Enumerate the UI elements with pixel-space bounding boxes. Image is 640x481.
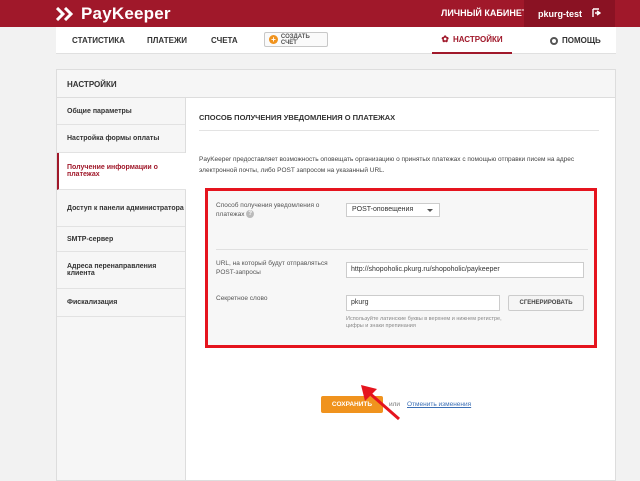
nav-help-label: ПОМОЩЬ bbox=[562, 36, 601, 45]
logo-chevrons-icon bbox=[56, 7, 74, 21]
section-title: СПОСОБ ПОЛУЧЕНИЯ УВЕДОМЛЕНИЯ О ПЛАТЕЖАХ bbox=[199, 113, 396, 122]
create-invoice-label: СОЗДАТЬ СЧЁТ bbox=[280, 33, 310, 46]
plus-icon: + bbox=[269, 35, 278, 44]
cabinet-label: ЛИЧНЫЙ КАБИНЕТ: bbox=[441, 8, 531, 18]
top-bar: PayKeeper ЛИЧНЫЙ КАБИНЕТ: pkurg-test bbox=[0, 0, 640, 27]
secret-label: Секретное слово bbox=[216, 295, 268, 302]
username: pkurg-test bbox=[538, 8, 583, 19]
logout-icon[interactable] bbox=[589, 7, 601, 19]
nav-statistics[interactable]: СТАТИСТИКА bbox=[72, 36, 125, 45]
settings-sidebar: Общие параметры Настройка формы оплаты П… bbox=[57, 98, 186, 480]
settings-card: НАСТРОЙКИ Общие параметры Настройка форм… bbox=[56, 69, 616, 481]
sidebar-item-redirects[interactable]: Адреса перенаправления клиента bbox=[57, 252, 185, 289]
create-invoice-button[interactable]: + СОЗДАТЬ СЧЁТ bbox=[264, 32, 328, 47]
logo-text: PayKeeper bbox=[81, 4, 171, 23]
question-icon[interactable]: ? bbox=[246, 210, 255, 219]
annotation-arrow-icon bbox=[361, 385, 400, 421]
notification-form: Способ получения уведомления о платежах … bbox=[205, 188, 597, 348]
nav-payments[interactable]: ПЛАТЕЖИ bbox=[147, 36, 187, 45]
notification-method-value: POST-оповещения bbox=[352, 206, 414, 213]
help-icon bbox=[550, 36, 558, 45]
sidebar-item-payment-info[interactable]: Получение информации о платежах bbox=[57, 153, 186, 190]
section-divider bbox=[199, 130, 599, 131]
sidebar-item-payment-form[interactable]: Настройка формы оплаты bbox=[57, 125, 185, 153]
section-description: PayKeeper предоставляет возможность опов… bbox=[199, 156, 575, 174]
nav-help[interactable]: ПОМОЩЬ bbox=[550, 36, 601, 45]
paykeeper-logo[interactable]: PayKeeper bbox=[56, 4, 171, 24]
secret-hint: Используйте латинские буквы в верхнем и … bbox=[346, 316, 502, 329]
main-nav: СТАТИСТИКА ПЛАТЕЖИ СЧЕТА + СОЗДАТЬ СЧЁТ … bbox=[56, 27, 616, 54]
chevron-down-icon bbox=[427, 209, 433, 212]
notification-method-select[interactable]: POST-оповещения bbox=[346, 203, 440, 217]
form-divider bbox=[216, 249, 588, 250]
sidebar-item-smtp[interactable]: SMTP-сервер bbox=[57, 227, 185, 252]
sidebar-item-general[interactable]: Общие параметры bbox=[57, 98, 185, 125]
user-menu[interactable]: pkurg-test bbox=[524, 0, 615, 27]
sidebar-item-admin-access[interactable]: Доступ к панели администратора bbox=[57, 190, 185, 227]
cancel-changes-link[interactable]: Отменить изменения bbox=[407, 401, 471, 408]
method-label-text: Способ получения уведомления о платежах bbox=[216, 202, 320, 218]
page-title: НАСТРОЙКИ bbox=[57, 70, 615, 98]
secret-word-input[interactable]: pkurg bbox=[346, 295, 500, 311]
post-url-input[interactable]: http://shopoholic.pkurg.ru/shopoholic/pa… bbox=[346, 262, 584, 278]
method-label: Способ получения уведомления о платежах … bbox=[216, 201, 336, 219]
nav-settings[interactable]: ✿ НАСТРОЙКИ bbox=[432, 27, 512, 54]
generate-button[interactable]: СГЕНЕРИРОВАТЬ bbox=[508, 295, 584, 311]
url-label: URL, на который будут отправляться POST-… bbox=[216, 260, 328, 276]
nav-settings-label: НАСТРОЙКИ bbox=[452, 35, 503, 44]
sidebar-item-fiscalization[interactable]: Фискализация bbox=[57, 289, 185, 317]
gear-icon: ✿ bbox=[441, 34, 449, 44]
nav-invoices[interactable]: СЧЕТА bbox=[211, 36, 238, 45]
